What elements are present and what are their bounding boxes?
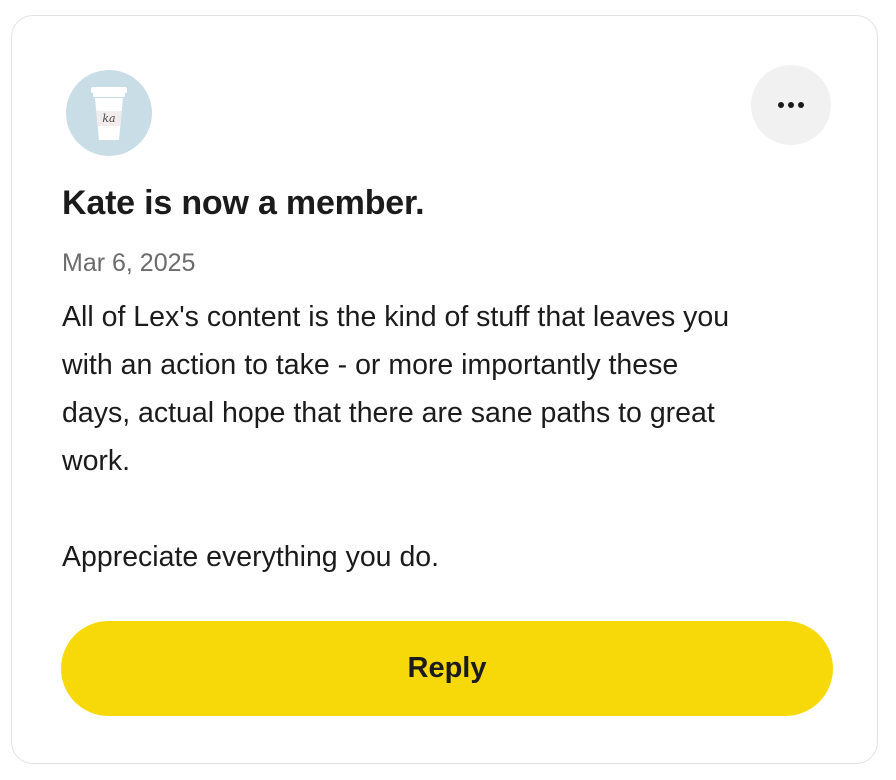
- member-notification-card: ka Kate is now a member. Mar 6, 2025 All…: [11, 15, 878, 764]
- ellipsis-icon: [778, 102, 804, 108]
- message-line: with an action to take - or more importa…: [62, 349, 679, 381]
- more-options-button[interactable]: [751, 65, 831, 145]
- message-line: Appreciate everything you do.: [62, 541, 440, 573]
- message-line: All of Lex's content is the kind of stuf…: [62, 301, 730, 333]
- reply-button[interactable]: Reply: [61, 621, 833, 716]
- user-avatar[interactable]: ka: [66, 70, 152, 156]
- message-line: work.: [62, 445, 131, 477]
- message-body: All of Lex's content is the kind of stuf…: [62, 293, 832, 581]
- avatar-initials: ka: [102, 112, 115, 125]
- notification-title: Kate is now a member.: [62, 184, 425, 222]
- coffee-cup-avatar-icon: ka: [91, 87, 127, 140]
- message-line: days, actual hope that there are sane pa…: [62, 397, 715, 429]
- post-date: Mar 6, 2025: [62, 249, 196, 277]
